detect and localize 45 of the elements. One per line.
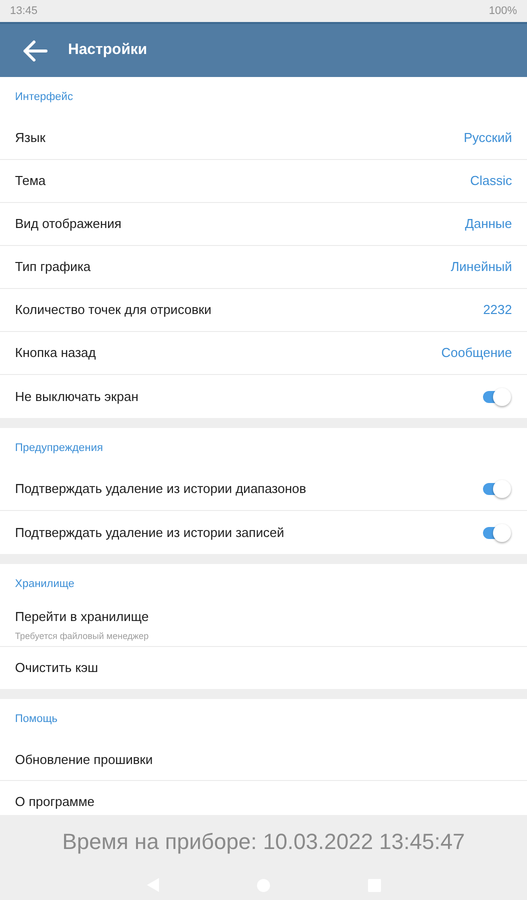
setting-row[interactable]: Перейти в хранилище Требуется файловый менеджер [0,604,527,647]
setting-value: Данные [465,215,512,234]
device-time: Время на приборе: 10.03.2022 13:45:47 [62,828,465,856]
setting-label: Тип графика [15,258,91,276]
toggle-switch[interactable] [481,524,511,542]
section-title: Помощь [15,712,58,727]
setting-row[interactable]: Не выключать экран [0,375,527,418]
back-icon[interactable] [22,38,48,62]
setting-label: Язык [15,129,46,148]
setting-label: Очистить кэш [15,659,98,678]
setting-value: 2232 [483,301,512,320]
setting-row[interactable]: Количество точек для отрисовки 2232 [0,289,527,332]
setting-label: Не выключать экран [15,388,138,406]
setting-value: Линейный [450,258,512,276]
setting-label: Тема [15,172,46,190]
setting-value: Сообщение [441,344,512,362]
setting-row[interactable]: Подтверждать удаление из истории записей [0,511,527,554]
setting-label: Подтверждать удаление из истории диапазонов [15,480,306,498]
setting-label: О программе [15,793,95,812]
setting-label: Перейти в хранилище [15,608,150,626]
battery-level: 100% [488,4,517,19]
setting-label: Обновление прошивки [15,750,153,769]
setting-row[interactable]: О программе [0,781,527,815]
setting-row[interactable]: Обновление прошивки [0,739,527,781]
setting-row[interactable]: Тема Classic [0,160,527,203]
setting-row[interactable]: Тип графика Линейный [0,246,527,289]
setting-row[interactable]: Кнопка назад Сообщение [0,332,527,375]
setting-label: Вид отображения [15,215,122,234]
setting-row[interactable]: Подтверждать удаление из истории диапазонов [0,468,527,511]
setting-value: Русский [464,129,512,148]
section-title: Интерфейс [15,90,73,105]
setting-row[interactable]: Очистить кэш [0,647,527,689]
section-title: Предупреждения [15,440,103,456]
toggle-switch[interactable] [481,388,511,406]
section-title: Хранилище [15,576,74,592]
setting-hint: Требуется файловый менеджер [15,630,150,643]
setting-value: Classic [470,172,512,190]
setting-row[interactable]: Язык Русский [0,117,527,160]
setting-label: Количество точек для отрисовки [15,301,212,320]
screen-title: Настройки [68,40,148,60]
toggle-switch[interactable] [481,480,511,498]
setting-label: Кнопка назад [15,344,96,362]
status-time: 13:45 [10,4,38,19]
setting-label: Подтверждать удаление из истории записей [15,524,284,542]
setting-row[interactable]: Вид отображения Данные [0,203,527,246]
